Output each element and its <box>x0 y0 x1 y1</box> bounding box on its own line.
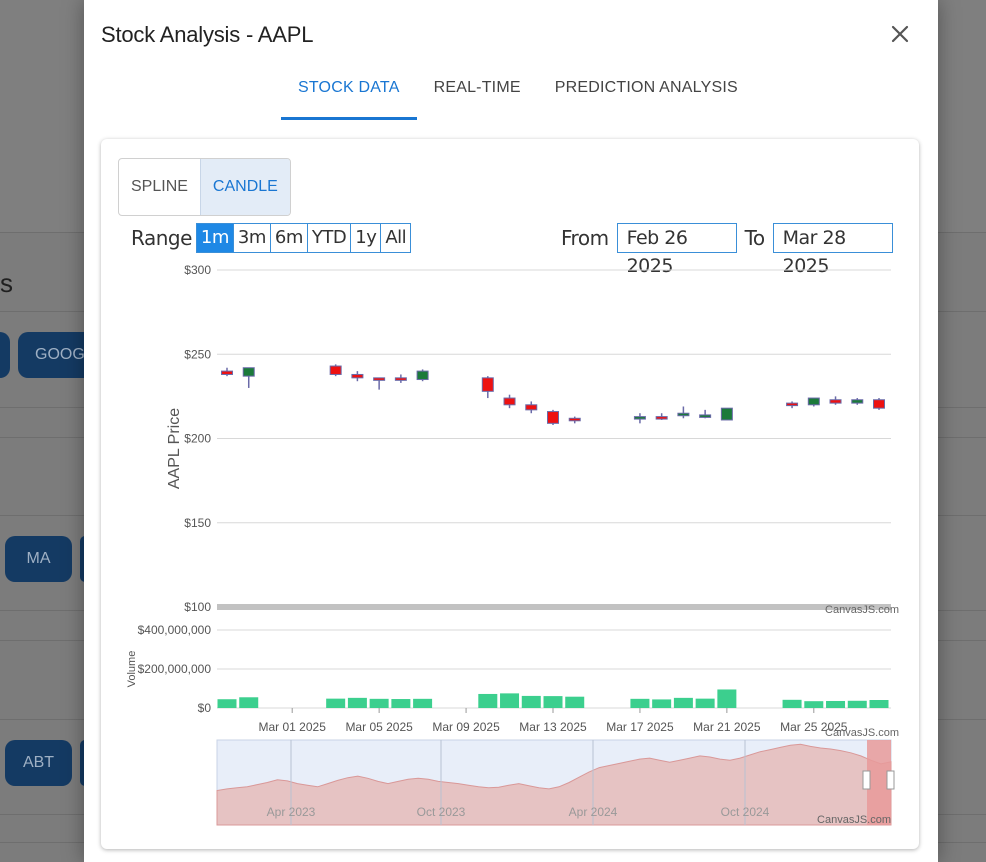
volume-bar <box>782 699 802 708</box>
stock-chart: $300 $250 $200 $150 $100 AAPL Price CanvasJS.c… <box>126 263 899 826</box>
canvasjs-watermark: CanvasJS.com <box>817 814 891 826</box>
candle-up <box>720 407 733 421</box>
volume-tick-label: $0 <box>198 701 212 715</box>
close-icon <box>891 25 909 43</box>
candle-down <box>503 397 516 406</box>
volume-bar <box>500 693 520 708</box>
canvasjs-watermark: CanvasJS.com <box>825 604 899 616</box>
candle-up <box>851 399 864 404</box>
volume-bar <box>826 700 846 708</box>
candle-up <box>416 370 429 381</box>
tab-real-time[interactable]: REAL-TIME <box>417 70 538 117</box>
tab-stock-data[interactable]: STOCK DATA <box>281 70 417 120</box>
navigator-handle-left <box>862 770 871 790</box>
volume-bar <box>413 698 433 708</box>
navigator-tick-label: Oct 2023 <box>417 805 466 819</box>
candle-down <box>873 399 885 409</box>
candle-down <box>373 377 386 381</box>
candle-down <box>351 373 364 379</box>
volume-bar <box>347 697 367 708</box>
price-tick-label: $150 <box>184 516 211 530</box>
navigator-tick-label: Apr 2023 <box>267 805 316 819</box>
background-section-title: s <box>0 268 13 298</box>
candle-down <box>525 404 538 411</box>
volume-bar <box>695 698 715 708</box>
candle-down <box>655 416 668 420</box>
x-tick-label: Mar 05 2025 <box>345 720 413 734</box>
candle-down <box>481 377 494 392</box>
candle-down <box>329 365 342 375</box>
candle-down <box>221 370 233 375</box>
volume-bar <box>673 697 693 708</box>
volume-bar <box>630 698 650 708</box>
candle-down <box>568 417 581 422</box>
price-tick-label: $300 <box>184 263 211 277</box>
candle-down <box>786 402 799 407</box>
background-stock-button[interactable] <box>0 332 10 378</box>
volume-bar <box>869 700 889 708</box>
volume-bar <box>804 701 824 708</box>
tab-bar: STOCK DATA REAL-TIME PREDICTION ANALYSIS <box>281 70 755 120</box>
x-tick-label: Mar 17 2025 <box>606 720 674 734</box>
tab-prediction-analysis[interactable]: PREDICTION ANALYSIS <box>538 70 755 117</box>
candle-up <box>677 412 690 417</box>
background-stock-button-abt[interactable]: ABT <box>5 740 72 786</box>
price-tick-label: $250 <box>184 347 211 361</box>
volume-bar <box>391 699 411 708</box>
price-tick-label: $200 <box>184 432 211 446</box>
price-tick-label: $100 <box>184 600 211 614</box>
candle-down <box>394 377 407 381</box>
navigator-tick-label: Oct 2024 <box>721 805 770 819</box>
volume-bar <box>217 699 237 708</box>
volume-axis-title: Volume <box>126 651 138 688</box>
x-tick-label: Mar 01 2025 <box>259 720 327 734</box>
candle-up <box>807 397 820 406</box>
stock-analysis-dialog: Stock Analysis - AAPL STOCK DATA REAL-TI… <box>84 0 938 862</box>
volume-bar <box>369 698 389 708</box>
chart-card: SPLINE CANDLE Range 1m 3m 6m YTD 1y All … <box>101 139 919 849</box>
candle-up <box>242 367 255 377</box>
canvasjs-watermark: CanvasJS.com <box>825 727 899 739</box>
candle-up <box>699 414 712 418</box>
volume-bar <box>847 700 867 708</box>
volume-bar <box>717 689 737 708</box>
volume-bar <box>326 698 346 708</box>
navigator-handle-right <box>886 770 895 790</box>
volume-bar <box>652 699 672 708</box>
candle-up <box>633 416 646 420</box>
x-tick-label: Mar 13 2025 <box>519 720 587 734</box>
background-stock-button-ma[interactable]: MA <box>5 536 72 582</box>
volume-bar <box>565 696 585 708</box>
volume-tick-label: $200,000,000 <box>138 662 212 676</box>
volume-bar <box>239 697 259 708</box>
x-tick-label: Mar 09 2025 <box>432 720 500 734</box>
volume-bar <box>543 696 563 708</box>
volume-bar <box>521 695 541 708</box>
volume-bar <box>478 693 498 708</box>
close-button[interactable] <box>886 20 914 48</box>
candle-down <box>829 399 842 404</box>
price-axis-title: AAPL Price <box>166 408 183 489</box>
x-tick-label: Mar 21 2025 <box>693 720 761 734</box>
dialog-title: Stock Analysis - AAPL <box>101 22 314 47</box>
volume-tick-label: $400,000,000 <box>138 623 212 637</box>
navigator-tick-label: Apr 2024 <box>569 805 618 819</box>
candle-down <box>547 411 559 424</box>
